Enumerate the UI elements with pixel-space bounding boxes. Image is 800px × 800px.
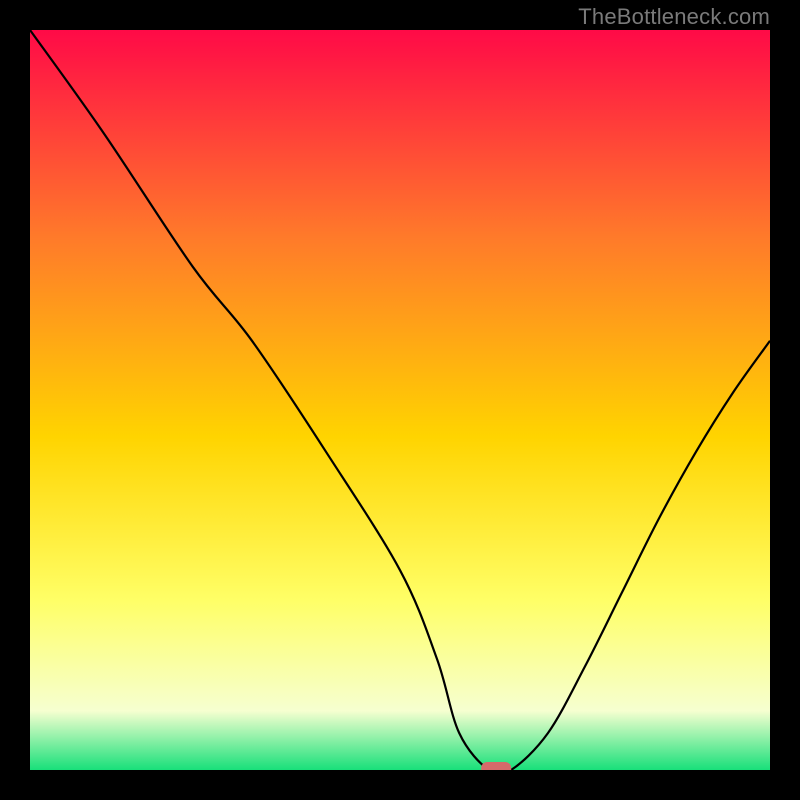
optimum-marker [481,762,511,770]
chart-frame: TheBottleneck.com [0,0,800,800]
gradient-background [30,30,770,770]
watermark-text: TheBottleneck.com [578,4,770,30]
plot-area [30,30,770,770]
chart-svg [30,30,770,770]
